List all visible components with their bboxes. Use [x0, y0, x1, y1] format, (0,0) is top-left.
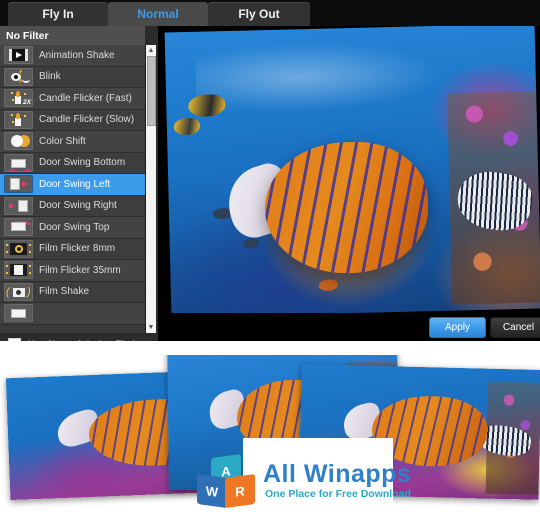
door-swing-bottom-icon [4, 153, 33, 172]
tab-bar: Fly In Normal Fly Out [0, 0, 540, 26]
preview-image [164, 26, 540, 318]
list-item[interactable]: 35 Film Flicker 35mm [0, 260, 145, 282]
list-item-label: Door Swing Bottom [39, 157, 126, 169]
tab-fly-in-label: Fly In [42, 7, 74, 21]
film-reel-8mm-icon [4, 239, 33, 258]
fish-small [243, 238, 259, 249]
film-reel-35mm-icon: 35 [4, 261, 33, 280]
list-item[interactable]: Candle Flicker (Slow) [0, 109, 145, 131]
scroll-down-icon[interactable]: ▼ [146, 322, 156, 333]
list-item[interactable]: Color Shift [0, 131, 145, 153]
door-swing-left-icon [4, 175, 33, 194]
list-item-label: Film Shake [39, 286, 90, 298]
list-item-label: Animation Shake [39, 49, 115, 61]
watermark-title: All Winapps [263, 460, 412, 488]
list-item[interactable]: ( ) Film Shake [0, 281, 145, 303]
eye-blink-icon [4, 67, 33, 86]
logo-cube-w: W [197, 473, 227, 509]
list-item-label: Candle Flicker (Slow) [39, 114, 135, 126]
background-gap [0, 341, 540, 355]
list-item[interactable]: 2X Candle Flicker (Fast) [0, 88, 145, 110]
dialog-footer: Apply Cancel [158, 313, 540, 341]
tab-normal-label: Normal [137, 7, 179, 21]
list-item-label: Color Shift [39, 135, 86, 147]
list-item[interactable]: Blink [0, 66, 145, 88]
watermark-tagline: One Place for Free Download [265, 488, 411, 500]
list-item-label: Door Swing Left [39, 178, 111, 190]
list-item-label: Door Swing Right [39, 200, 117, 212]
apply-button[interactable]: Apply [429, 317, 486, 338]
list-item[interactable]: Door Swing Right [0, 195, 145, 217]
fish-main [263, 140, 430, 276]
tab-fly-out[interactable]: Fly Out [208, 2, 310, 26]
fish-small [318, 279, 338, 292]
list-item[interactable]: Door Swing Bottom [0, 152, 145, 174]
tab-fly-out-label: Fly Out [238, 7, 280, 21]
door-swing-right-icon [4, 196, 33, 215]
logo-cube-r: R [225, 473, 255, 509]
preview-panel [158, 26, 540, 341]
scroll-up-icon[interactable]: ▲ [146, 45, 156, 56]
door-swing-top-icon [4, 218, 33, 237]
list-item-partial[interactable] [0, 303, 145, 325]
fish-stripes [263, 140, 430, 276]
list-item-label: Candle Flicker (Fast) [39, 92, 132, 104]
candle-fast-icon: 2X [4, 89, 33, 108]
water-surface [194, 36, 456, 118]
list-item-selected[interactable]: Door Swing Left [0, 174, 145, 196]
dialog-body: No Filter Animation Shake Blink 2X Candl… [0, 26, 540, 355]
partial-row-icon [4, 304, 33, 323]
no-filter-label: No Filter [6, 29, 49, 42]
scrollbar-thumb[interactable] [147, 56, 156, 126]
film-play-icon [4, 46, 33, 65]
watermark-logo: A W R [197, 453, 259, 509]
camera-shake-icon: ( ) [4, 282, 33, 301]
cancel-button[interactable]: Cancel [490, 317, 540, 338]
color-circles-icon [4, 132, 33, 151]
list-item-label: Film Flicker 8mm [39, 243, 116, 255]
filter-dialog-window: Fly In Normal Fly Out No Filter Animatio… [0, 0, 540, 514]
apply-label: Apply [444, 322, 470, 333]
fish-small [174, 117, 201, 135]
filter-list-panel: No Filter Animation Shake Blink 2X Candl… [0, 26, 195, 355]
no-filter-header[interactable]: No Filter [0, 26, 145, 45]
filter-list-scrollbar[interactable]: ▲ ▼ [145, 45, 156, 333]
tab-normal[interactable]: Normal [108, 2, 208, 26]
tab-fly-in[interactable]: Fly In [8, 2, 108, 26]
list-item-label: Door Swing Top [39, 221, 110, 233]
list-item[interactable]: Door Swing Top [0, 217, 145, 239]
list-item-label: Blink [39, 71, 61, 83]
watermark: A W R All Winapps One Place for Free Dow… [197, 438, 411, 514]
candle-slow-icon [4, 110, 33, 129]
filter-list[interactable]: Animation Shake Blink 2X Candle Flicker … [0, 45, 145, 333]
list-item[interactable]: Animation Shake [0, 45, 145, 67]
list-item-label: Film Flicker 35mm [39, 264, 121, 276]
list-item[interactable]: Film Flicker 8mm [0, 238, 145, 260]
cancel-label: Cancel [502, 322, 535, 333]
